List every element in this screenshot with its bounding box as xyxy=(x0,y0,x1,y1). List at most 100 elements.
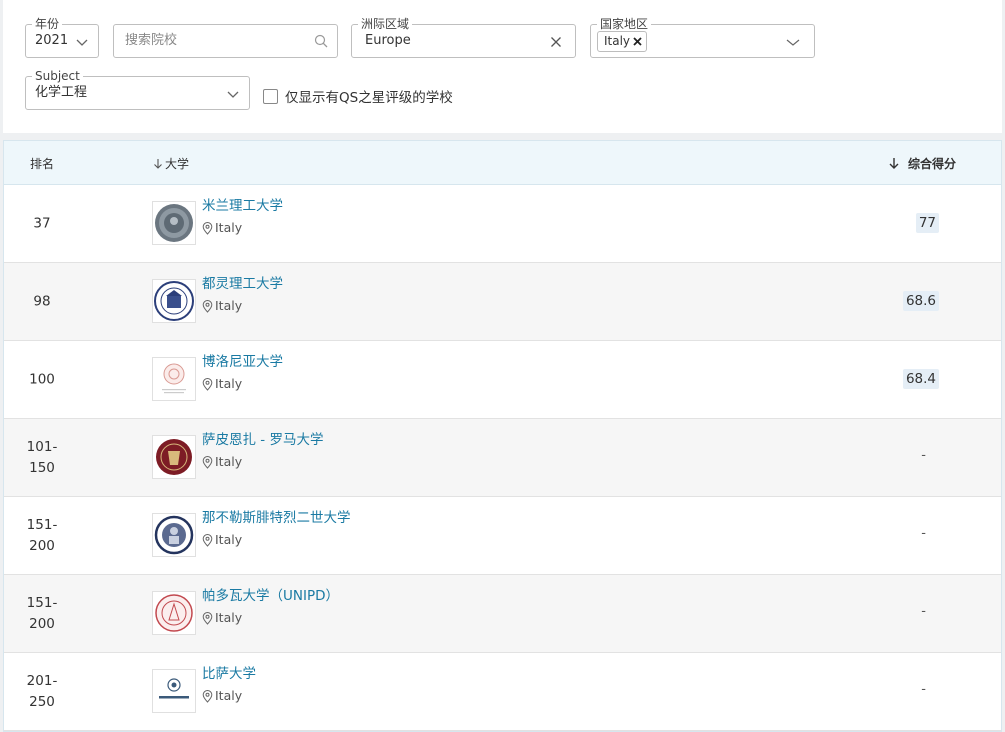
country-name: Italy xyxy=(215,454,243,469)
location-pin-icon xyxy=(202,299,213,313)
sort-arrow-down-icon xyxy=(154,158,162,169)
country-name: Italy xyxy=(215,688,243,703)
country-tag[interactable]: Italy xyxy=(597,31,648,52)
year-label: 年份 xyxy=(32,16,63,32)
rankings-table: 排名 大学 综合得分 37 米兰理工大学 Italy 77 98 都灵理工大学 xyxy=(3,140,1002,732)
polito-seal-icon xyxy=(154,281,194,321)
polimi-seal-icon xyxy=(155,204,193,242)
country-name: Italy xyxy=(215,532,243,547)
table-row[interactable]: 151- 200 帕多瓦大学（UNIPD） Italy - xyxy=(4,575,1001,653)
country-select[interactable]: 国家地区 Italy xyxy=(590,16,815,58)
overall-score: - xyxy=(921,682,926,697)
rank-line-2: 150 xyxy=(29,459,55,476)
sapienza-seal-icon xyxy=(156,439,192,475)
university-logo[interactable] xyxy=(152,669,196,713)
rank-cell: 100 xyxy=(29,371,55,387)
university-name-link[interactable]: 米兰理工大学 xyxy=(202,197,283,215)
rank-line-2: 250 xyxy=(29,693,55,710)
university-name-link[interactable]: 那不勒斯腓特烈二世大学 xyxy=(202,509,351,527)
unina-seal-icon xyxy=(154,515,194,555)
overall-score: 68.4 xyxy=(902,369,939,389)
country-name: Italy xyxy=(215,298,243,313)
university-name-link[interactable]: 都灵理工大学 xyxy=(202,275,283,293)
location-pin-icon xyxy=(202,533,213,547)
chevron-down-icon xyxy=(76,39,88,46)
rank-cell: 151- 200 xyxy=(14,593,70,635)
region-value: Europe xyxy=(365,33,411,48)
year-select[interactable]: 年份 2021 xyxy=(25,16,99,58)
country-name: Italy xyxy=(215,220,243,235)
qs-stars-checkbox-label: 仅显示有QS之星评级的学校 xyxy=(285,90,453,106)
country-cell: Italy xyxy=(202,376,242,392)
region-select[interactable]: 洲际区域 Europe xyxy=(351,16,576,58)
table-row[interactable]: 98 都灵理工大学 Italy 68.6 xyxy=(4,263,1001,341)
table-row[interactable]: 101- 150 萨皮恩扎 - 罗马大学 Italy - xyxy=(4,419,1001,497)
sort-arrow-down-icon xyxy=(889,158,899,169)
country-name: Italy xyxy=(215,376,243,391)
table-row[interactable]: 201- 250 比萨大学 Italy - xyxy=(4,653,1001,731)
university-column-header[interactable]: 大学 xyxy=(152,155,189,172)
country-cell: Italy xyxy=(202,688,242,704)
score-header-label: 综合得分 xyxy=(908,157,957,171)
rank-column-header[interactable]: 排名 xyxy=(30,155,54,172)
region-label: 洲际区域 xyxy=(358,16,413,32)
year-value: 2021 xyxy=(35,33,69,48)
subject-value: 化学工程 xyxy=(35,85,88,100)
rank-line-2: 200 xyxy=(29,537,55,554)
university-logo[interactable] xyxy=(152,279,196,323)
search-placeholder: 搜索院校 xyxy=(125,33,178,48)
unibo-seal-icon xyxy=(162,363,186,394)
unipd-seal-icon xyxy=(155,594,193,632)
rank-cell: 98 xyxy=(33,293,51,309)
university-header-label: 大学 xyxy=(165,157,190,171)
country-cell: Italy xyxy=(202,298,242,314)
table-row[interactable]: 37 米兰理工大学 Italy 77 xyxy=(4,185,1001,263)
remove-tag-icon[interactable] xyxy=(633,37,642,46)
checkbox-box[interactable] xyxy=(263,88,278,104)
country-tag-label: Italy xyxy=(604,34,631,48)
filter-panel: 年份 2021 搜索院校 洲际区域 Europe 国家地区 Italy Subj… xyxy=(3,0,1002,133)
overall-score: 68.6 xyxy=(902,291,939,311)
rank-line-1: 201- xyxy=(26,672,58,689)
country-cell: Italy xyxy=(202,532,242,548)
location-pin-icon xyxy=(202,611,213,625)
country-cell: Italy xyxy=(202,610,242,626)
location-pin-icon xyxy=(202,689,213,703)
country-name: Italy xyxy=(215,610,243,625)
university-logo[interactable] xyxy=(152,591,196,635)
chevron-down-icon xyxy=(786,39,800,46)
rank-cell: 37 xyxy=(33,215,51,231)
subject-label: Subject xyxy=(32,68,83,84)
overall-score: 77 xyxy=(915,213,939,233)
table-row[interactable]: 151- 200 那不勒斯腓特烈二世大学 Italy - xyxy=(4,497,1001,575)
university-name-link[interactable]: 博洛尼亚大学 xyxy=(202,353,283,371)
rank-cell: 101- 150 xyxy=(14,437,70,479)
university-logo[interactable] xyxy=(152,435,196,479)
chevron-down-icon xyxy=(227,91,239,98)
subject-select[interactable]: Subject 化学工程 xyxy=(25,68,250,110)
overall-score: - xyxy=(921,448,926,463)
table-header: 排名 大学 综合得分 xyxy=(4,141,1001,185)
rank-line-1: 101- xyxy=(26,438,58,455)
location-pin-icon xyxy=(202,455,213,469)
location-pin-icon xyxy=(202,377,213,391)
clear-icon[interactable] xyxy=(550,36,562,48)
university-logo[interactable] xyxy=(152,513,196,557)
table-row[interactable]: 100 博洛尼亚大学 Italy 68.4 xyxy=(4,341,1001,419)
university-name-link[interactable]: 帕多瓦大学（UNIPD） xyxy=(202,587,339,605)
qs-stars-checkbox[interactable]: 仅显示有QS之星评级的学校 xyxy=(263,86,453,106)
country-cell: Italy xyxy=(202,220,242,236)
search-icon xyxy=(314,34,328,48)
university-logo[interactable] xyxy=(152,357,196,401)
university-name-link[interactable]: 比萨大学 xyxy=(202,665,256,683)
university-name-link[interactable]: 萨皮恩扎 - 罗马大学 xyxy=(202,431,323,449)
country-cell: Italy xyxy=(202,454,242,470)
overall-score: - xyxy=(921,526,926,541)
university-logo[interactable] xyxy=(152,201,196,245)
rank-line-1: 151- xyxy=(26,594,58,611)
rank-cell: 151- 200 xyxy=(14,515,70,557)
rank-cell: 201- 250 xyxy=(14,671,70,713)
overall-score: - xyxy=(921,604,926,619)
search-input[interactable]: 搜索院校 xyxy=(113,24,338,58)
score-column-header[interactable]: 综合得分 xyxy=(888,155,956,172)
